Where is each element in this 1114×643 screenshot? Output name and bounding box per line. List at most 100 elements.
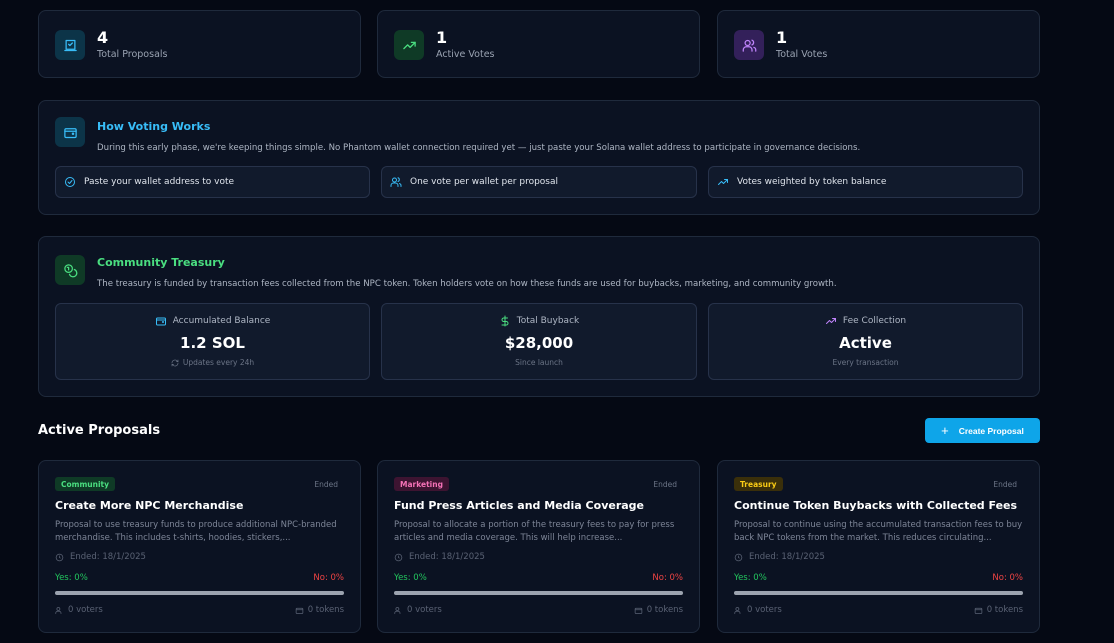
stat-value: 1 — [776, 28, 788, 47]
community-treasury-panel: Community Treasury The treasury is funde… — [38, 236, 1040, 397]
yes-percent: Yes: 0% — [55, 573, 88, 583]
wallet-icon — [634, 607, 642, 614]
section-title: How Voting Works — [97, 120, 211, 133]
token-count: 0 tokens — [634, 605, 683, 615]
treasury-box-balance: Accumulated Balance 1.2 SOL Updates ever… — [55, 303, 370, 380]
stat-card-total-votes: 1 Total Votes — [717, 10, 1040, 78]
check-circle-icon — [65, 177, 75, 187]
create-proposal-button[interactable]: + Create Proposal — [925, 418, 1040, 443]
refresh-icon — [171, 359, 179, 366]
proposal-description: Proposal to allocate a portion of the tr… — [394, 520, 675, 543]
treasury-box-label: Accumulated Balance — [172, 316, 271, 326]
category-tag: Community — [55, 477, 116, 491]
treasury-box-sub: Updates every 24h — [182, 358, 255, 367]
clock-icon — [734, 553, 743, 561]
treasury-box-value: 1.2 SOL — [180, 334, 245, 352]
trending-up-icon — [718, 179, 728, 185]
stat-card-total-proposals: 4 Total Proposals — [38, 10, 361, 78]
yes-percent: Yes: 0% — [734, 573, 767, 583]
dollar-icon — [501, 315, 509, 327]
stat-card-active-votes: 1 Active Votes — [377, 10, 700, 78]
proposal-card[interactable]: Treasury Ended Continue Token Buybacks w… — [717, 460, 1040, 633]
voting-step: Votes weighted by token balance — [708, 166, 1023, 198]
treasury-box-label: Total Buyback — [516, 316, 580, 326]
proposal-title: Continue Token Buybacks with Collected F… — [734, 499, 1018, 512]
section-title: Community Treasury — [97, 256, 225, 269]
voting-step-label: Paste your wallet address to vote — [84, 177, 235, 187]
wallet-icon — [155, 317, 166, 326]
no-percent: No: 0% — [652, 573, 683, 583]
clock-icon — [55, 553, 64, 561]
proposal-description: Proposal to continue using the accumulat… — [734, 520, 1023, 543]
voter-count-text: 0 voters — [747, 605, 782, 615]
users-icon — [394, 606, 401, 614]
token-count: 0 tokens — [974, 605, 1023, 615]
proposal-end-date: Ended: 18/1/2025 — [55, 552, 146, 562]
proposal-title: Create More NPC Merchandise — [55, 499, 244, 512]
status-badge: Ended — [993, 480, 1017, 489]
section-description: During this early phase, we're keeping t… — [97, 143, 861, 153]
token-count-text: 0 tokens — [307, 605, 344, 615]
proposal-description: Proposal to use treasury funds to produc… — [55, 520, 337, 543]
proposal-end-date-text: Ended: 18/1/2025 — [409, 552, 485, 562]
wallet-icon — [55, 117, 85, 147]
treasury-box-sub: Since launch — [515, 358, 563, 367]
coins-icon — [55, 255, 85, 285]
plus-icon: + — [941, 423, 949, 438]
trending-up-icon — [825, 318, 836, 324]
proposal-end-date-text: Ended: 18/1/2025 — [749, 552, 825, 562]
active-proposals-heading: Active Proposals — [38, 423, 161, 438]
proposal-title: Fund Press Articles and Media Coverage — [394, 499, 645, 512]
how-voting-works-panel: How Voting Works During this early phase… — [38, 100, 1040, 215]
category-tag: Marketing — [394, 477, 449, 491]
users-icon — [734, 30, 764, 60]
proposal-end-date-text: Ended: 18/1/2025 — [70, 552, 146, 562]
voting-step-label: One vote per wallet per proposal — [410, 177, 559, 187]
voter-count-text: 0 voters — [407, 605, 442, 615]
ballot-box-icon — [55, 30, 85, 60]
voter-count: 0 voters — [55, 605, 103, 615]
voter-count: 0 voters — [734, 605, 782, 615]
proposal-card[interactable]: Community Ended Create More NPC Merchand… — [38, 460, 361, 633]
proposal-end-date: Ended: 18/1/2025 — [394, 552, 485, 562]
users-icon — [734, 606, 741, 614]
category-tag: Treasury — [734, 477, 783, 491]
wallet-icon — [295, 607, 303, 614]
stat-value: 1 — [436, 28, 448, 47]
voter-count-text: 0 voters — [68, 605, 103, 615]
proposal-end-date: Ended: 18/1/2025 — [734, 552, 825, 562]
stat-value: 4 — [97, 28, 109, 47]
voting-step: One vote per wallet per proposal — [381, 166, 697, 198]
users-icon — [55, 606, 62, 614]
voting-step-label: Votes weighted by token balance — [737, 177, 887, 187]
vote-progress-bar — [55, 591, 344, 595]
status-badge: Ended — [653, 480, 677, 489]
treasury-box-sub: Every transaction — [832, 358, 899, 367]
no-percent: No: 0% — [313, 573, 344, 583]
voter-count: 0 voters — [394, 605, 442, 615]
treasury-box-fee-collection: Fee Collection Active Every transaction — [708, 303, 1023, 380]
stat-label: Active Votes — [436, 49, 495, 60]
users-icon — [390, 177, 402, 187]
section-description: The treasury is funded by transaction fe… — [97, 279, 837, 289]
wallet-icon — [974, 607, 982, 614]
no-percent: No: 0% — [992, 573, 1023, 583]
treasury-box-value: $28,000 — [504, 334, 574, 352]
treasury-box-buyback: Total Buyback $28,000 Since launch — [381, 303, 697, 380]
trending-up-icon — [394, 30, 424, 60]
vote-progress-bar — [394, 591, 683, 595]
proposal-card[interactable]: Marketing Ended Fund Press Articles and … — [377, 460, 700, 633]
token-count-text: 0 tokens — [646, 605, 683, 615]
token-count-text: 0 tokens — [986, 605, 1023, 615]
treasury-box-label: Fee Collection — [842, 316, 907, 326]
token-count: 0 tokens — [295, 605, 344, 615]
create-proposal-label: Create Proposal — [958, 425, 1024, 436]
voting-step: Paste your wallet address to vote — [55, 166, 370, 198]
stat-label: Total Votes — [776, 49, 828, 60]
stat-label: Total Proposals — [97, 49, 168, 60]
vote-progress-bar — [734, 591, 1023, 595]
status-badge: Ended — [314, 480, 338, 489]
treasury-box-value: Active — [839, 334, 892, 352]
clock-icon — [394, 553, 403, 561]
yes-percent: Yes: 0% — [394, 573, 427, 583]
